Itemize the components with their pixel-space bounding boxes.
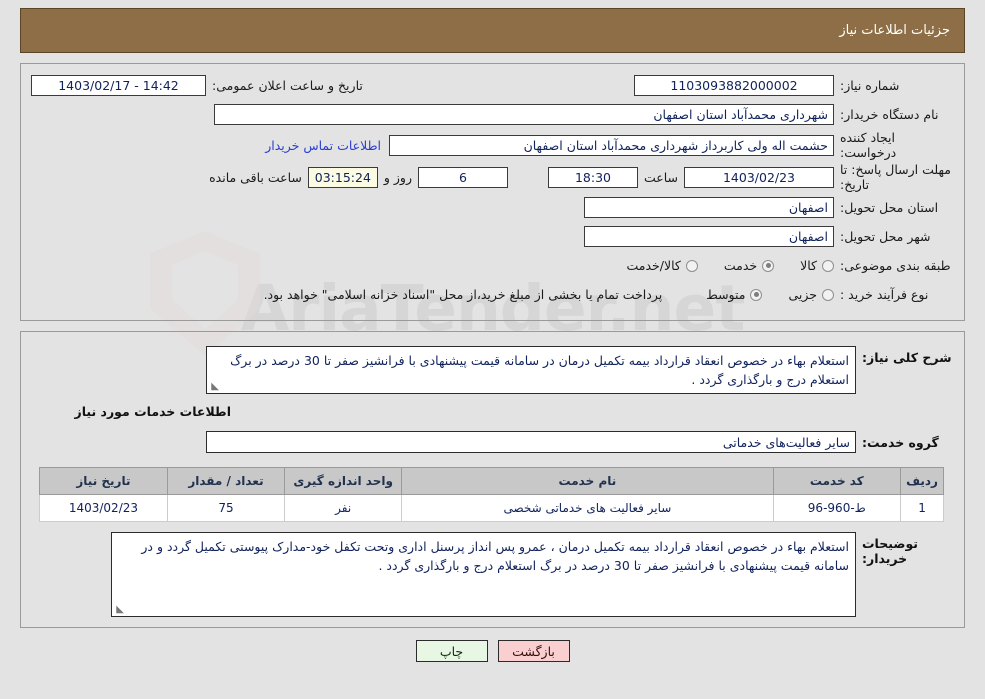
radio-classification-kala[interactable]: کالا: [800, 258, 834, 273]
deadline-date-value: 1403/02/23: [684, 166, 834, 188]
service-group-value: سایر فعالیت‌های خدماتی: [206, 431, 856, 453]
cell-service-name: سایر فعالیت های خدماتی شخصی: [401, 494, 774, 522]
buyer-notes-label: توضیحات خریدار:: [862, 536, 918, 566]
row-need-number: شماره نیاز: 1103093882000002 تاریخ و ساع…: [31, 72, 954, 99]
days-label: روز و: [383, 169, 412, 185]
radio-process-motavaset[interactable]: متوسط: [706, 287, 763, 302]
th-radif: ردیف: [900, 467, 944, 495]
buyer-org-value: شهرداری محمدآباد استان اصفهان: [214, 104, 834, 125]
back-button[interactable]: بازگشت: [497, 640, 570, 662]
need-number-value: 1103093882000002: [634, 75, 834, 96]
creator-value: حشمت اله ولی کاربرداز شهرداری محمدآباد ا…: [389, 134, 834, 156]
time-label: ساعت: [643, 169, 678, 185]
row-province: استان محل تحویل: اصفهان: [31, 194, 954, 221]
deadline-time-value: 18:30: [547, 166, 638, 188]
page-header: جزئیات اطلاعات نیاز: [20, 8, 965, 53]
remaining-days-value: 6: [417, 166, 508, 188]
radio-label: کالا/خدمت: [626, 258, 681, 273]
radio-dot-icon: [685, 259, 698, 272]
row-need-description: شرح کلی نیاز: استعلام بهاء در خصوص انعقا…: [31, 346, 954, 394]
radio-classification-khedmat[interactable]: خدمت: [723, 258, 775, 273]
radio-dot-icon: [822, 288, 834, 301]
radio-classification-kala-khedmat[interactable]: کالا/خدمت: [626, 258, 698, 273]
countdown-timer: 03:15:24: [307, 166, 378, 188]
city-value: اصفهان: [584, 226, 834, 247]
resize-grip-icon[interactable]: ◣: [209, 382, 219, 392]
radio-label: خدمت: [723, 258, 758, 273]
page-title: جزئیات اطلاعات نیاز: [839, 23, 950, 38]
service-group-label: گروه خدمت:: [862, 434, 939, 450]
process-type-label: نوع فرآیند خرید :: [840, 287, 929, 302]
need-description-label: شرح کلی نیاز:: [862, 350, 952, 365]
need-description-textarea[interactable]: استعلام بهاء در خصوص انعقاد قرارداد بیمه…: [206, 346, 856, 394]
th-need-date: تاریخ نیاز: [39, 467, 168, 495]
deadline-label: مهلت ارسال پاسخ: تا تاریخ:: [840, 162, 951, 192]
th-quantity: تعداد / مقدار: [166, 467, 286, 495]
radio-label: متوسط: [706, 287, 746, 302]
cell-service-code: ط-960-96: [772, 494, 902, 522]
province-label: استان محل تحویل:: [840, 200, 939, 215]
timer-label: ساعت باقی مانده: [209, 169, 302, 185]
items-table-wrap: ردیف کد خدمت نام خدمت واحد اندازه گیری ت…: [39, 467, 944, 522]
footer-button-bar: بازگشت چاپ: [0, 640, 985, 662]
need-number-label: شماره نیاز:: [840, 78, 900, 93]
radio-dot-icon: [762, 259, 775, 272]
th-service-code: کد خدمت: [772, 467, 902, 495]
need-info-panel: شماره نیاز: 1103093882000002 تاریخ و ساع…: [20, 63, 965, 321]
buyer-contact-link[interactable]: اطلاعات تماس خریدار: [257, 138, 389, 153]
province-value: اصفهان: [584, 197, 834, 218]
buyer-notes-textarea[interactable]: استعلام بهاء در خصوص انعقاد قرارداد بیمه…: [111, 532, 856, 617]
row-process-type: نوع فرآیند خرید : جزیی متوسط پرداخت تمام…: [31, 281, 954, 308]
row-buyer-notes: توضیحات خریدار: استعلام بهاء در خصوص انع…: [31, 532, 954, 617]
table-header-row: ردیف کد خدمت نام خدمت واحد اندازه گیری ت…: [39, 467, 944, 495]
resize-grip-icon[interactable]: ◣: [114, 605, 124, 615]
process-radio-group: جزیی متوسط: [680, 287, 834, 302]
services-section-title: اطلاعات خدمات مورد نیاز: [74, 404, 232, 419]
radio-dot-icon: [750, 288, 763, 301]
row-service-group: گروه خدمت: سایر فعالیت‌های خدماتی: [31, 431, 954, 453]
buyer-org-label: نام دستگاه خریدار:: [840, 107, 939, 122]
publish-date-value: 1403/02/17 - 14:42: [31, 75, 206, 96]
classification-radio-group: کالا خدمت کالا/خدمت: [600, 258, 834, 273]
cell-unit: نفر: [284, 494, 403, 522]
publish-date-label: تاریخ و ساعت اعلان عمومی:: [212, 78, 363, 93]
radio-label: جزیی: [788, 287, 817, 302]
creator-label: ایجاد کننده درخواست:: [840, 130, 897, 160]
th-unit: واحد اندازه گیری: [284, 467, 403, 495]
row-deadline: مهلت ارسال پاسخ: تا تاریخ: 1403/02/23 سا…: [31, 162, 954, 192]
row-creator: ایجاد کننده درخواست: حشمت اله ولی کاربرد…: [31, 130, 954, 160]
print-button[interactable]: چاپ: [415, 640, 488, 662]
row-buyer-org: نام دستگاه خریدار: شهرداری محمدآباد استا…: [31, 101, 954, 128]
table-row: 1 ط-960-96 سایر فعالیت های خدماتی شخصی ن…: [39, 494, 944, 522]
cell-quantity: 75: [166, 494, 286, 522]
row-classification: طبقه بندی موضوعی: کالا خدمت کالا/خدمت: [31, 252, 954, 279]
radio-dot-icon: [822, 259, 834, 272]
cell-need-date: 1403/02/23: [39, 494, 168, 522]
radio-label: کالا: [800, 258, 817, 273]
need-details-panel: شرح کلی نیاز: استعلام بهاء در خصوص انعقا…: [20, 331, 965, 628]
classification-label: طبقه بندی موضوعی:: [840, 258, 951, 273]
city-label: شهر محل تحویل:: [840, 229, 931, 244]
items-table: ردیف کد خدمت نام خدمت واحد اندازه گیری ت…: [39, 467, 944, 522]
row-city: شهر محل تحویل: اصفهان: [31, 223, 954, 250]
process-note: پرداخت تمام یا بخشی از مبلغ خرید،از محل …: [263, 287, 663, 302]
cell-radif: 1: [900, 494, 944, 522]
radio-process-jozei[interactable]: جزیی: [788, 287, 834, 302]
th-service-name: نام خدمت: [401, 467, 774, 495]
